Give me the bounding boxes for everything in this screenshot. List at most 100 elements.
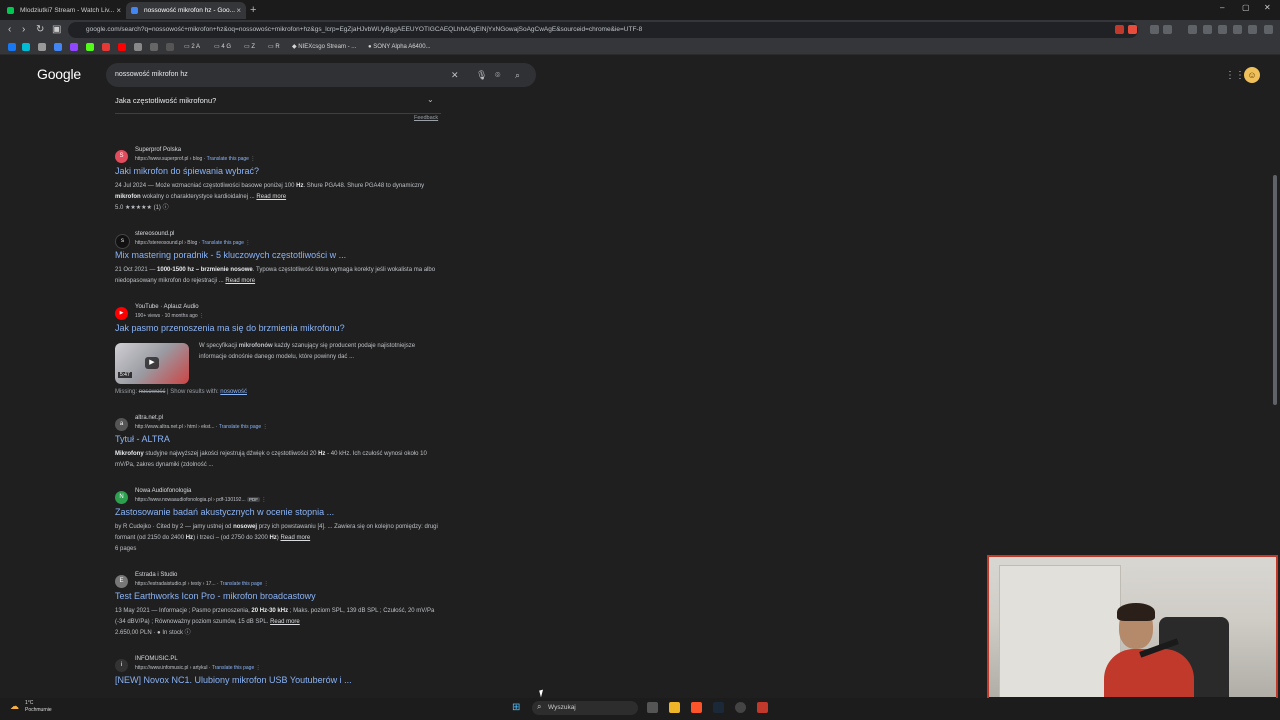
- video-thumbnail[interactable]: ▶ 5:47: [115, 343, 189, 384]
- search-box[interactable]: nossowość mikrofon hz ✕ 🎙 ⌾ ⌕: [106, 63, 536, 87]
- result-site[interactable]: Superprof Polska: [135, 147, 181, 153]
- bookmark-folder-z[interactable]: ▭ Z: [244, 42, 255, 52]
- tab-stream[interactable]: Mlodziutki7 Stream - Watch Liv... ×: [2, 2, 126, 19]
- result-url[interactable]: https://www.superprof.pl › blog · Transl…: [135, 156, 255, 162]
- translate-link[interactable]: Translate this page: [207, 156, 249, 162]
- address-bar[interactable]: google.com/search?q=nossowość+mikrofon+h…: [68, 22, 1138, 38]
- bookmark-icon[interactable]: [150, 43, 158, 51]
- bookmark-icon[interactable]: [38, 43, 46, 51]
- minimize-icon[interactable]: –: [1220, 3, 1224, 12]
- extension-icon[interactable]: [1218, 25, 1227, 34]
- extension-icon[interactable]: [1248, 25, 1257, 34]
- clear-icon[interactable]: ✕: [451, 69, 459, 81]
- file-explorer-icon[interactable]: [669, 702, 680, 713]
- result-url[interactable]: https://estradaistudio.pl › testy › 17..…: [135, 581, 269, 587]
- sidebar-icon[interactable]: [1203, 25, 1212, 34]
- chevron-down-icon[interactable]: ⌄: [427, 95, 434, 104]
- result-url[interactable]: https://stereosound.pl › Blog · Translat…: [135, 240, 250, 246]
- translate-link[interactable]: Translate this page: [202, 240, 244, 246]
- kick-icon[interactable]: [86, 43, 94, 51]
- result-title[interactable]: Mix mastering poradnik - 5 kluczowych cz…: [115, 250, 346, 260]
- site-favicon-icon: N: [115, 491, 128, 504]
- translate-link[interactable]: Translate this page: [220, 581, 262, 587]
- bookmark-icon[interactable]: [102, 43, 110, 51]
- result-url[interactable]: https://www.infomusic.pl › artykul · Tra…: [135, 665, 261, 671]
- mic-icon[interactable]: 🎙: [476, 69, 487, 81]
- task-view-icon[interactable]: [647, 702, 658, 713]
- read-more-link[interactable]: Read more: [256, 194, 286, 200]
- bookmark-icon[interactable]: [166, 43, 174, 51]
- result-url[interactable]: https://www.nowaaudiofonologia.pl › pdf-…: [135, 497, 266, 503]
- music-icon[interactable]: [1188, 25, 1197, 34]
- extension-icon[interactable]: ▣: [52, 24, 61, 36]
- reload-icon[interactable]: ↻: [36, 24, 44, 36]
- bookmark-niexcsgo[interactable]: ◆ NIEXcsgo Stream - ...: [292, 42, 356, 52]
- bookmark-icon[interactable]: [22, 43, 30, 51]
- bookmark-sony[interactable]: ● SONY Alpha A6400...: [368, 42, 431, 52]
- bookmark-folder-r[interactable]: ▭ R: [268, 42, 280, 52]
- forward-icon[interactable]: ›: [22, 24, 25, 36]
- brave-shield-icon[interactable]: [1115, 25, 1124, 34]
- feedback-link[interactable]: Feedback: [414, 115, 438, 121]
- weather-icon[interactable]: ☁: [10, 701, 19, 712]
- youtube-icon[interactable]: [118, 43, 126, 51]
- taskbar-search[interactable]: Wyszukaj: [532, 701, 638, 715]
- result-title[interactable]: Jaki mikrofon do śpiewania wybrać?: [115, 166, 259, 176]
- menu-icon[interactable]: [1264, 25, 1273, 34]
- result-site[interactable]: altra.net.pl: [135, 415, 163, 421]
- result-site[interactable]: INFOMUSIC.PL: [135, 656, 178, 662]
- obs-icon[interactable]: [735, 702, 746, 713]
- google-logo[interactable]: Google: [37, 66, 81, 82]
- result-title[interactable]: Tytuł - ALTRA: [115, 434, 170, 444]
- app-icon[interactable]: [757, 702, 768, 713]
- start-icon[interactable]: ⊞: [512, 702, 520, 713]
- read-more-link[interactable]: Read more: [270, 619, 300, 625]
- result-site[interactable]: Nowa Audiofonologia: [135, 488, 191, 494]
- twitch-icon[interactable]: [70, 43, 78, 51]
- lens-icon[interactable]: ⌾: [495, 69, 500, 81]
- site-favicon-icon: a: [115, 418, 128, 431]
- result-site[interactable]: Estrada i Studio: [135, 572, 177, 578]
- back-icon[interactable]: ‹: [8, 24, 11, 36]
- bookmark-icon[interactable]: [134, 43, 142, 51]
- result-site[interactable]: stereosound.pl: [135, 231, 174, 237]
- search-icon[interactable]: ⌕: [515, 69, 520, 81]
- close-icon[interactable]: ×: [116, 2, 121, 19]
- scrollbar[interactable]: [1273, 175, 1277, 405]
- steam-icon[interactable]: [713, 702, 724, 713]
- result-snippet: by R Cudejko · Cited by 2 — jamy ustnej …: [115, 524, 438, 552]
- extension-icon[interactable]: [1163, 25, 1172, 34]
- play-icon[interactable]: ▶: [145, 357, 159, 369]
- new-tab-icon[interactable]: +: [250, 2, 256, 19]
- result-title[interactable]: Jak pasmo przenoszenia ma się do brzmien…: [115, 323, 345, 333]
- brave-icon[interactable]: [691, 702, 702, 713]
- result-site[interactable]: YouTube · Aplauz Audio: [135, 304, 199, 310]
- video-duration: 5:47: [118, 372, 132, 378]
- result-title[interactable]: [NEW] Novox NC1. Ulubiony mikrofon USB Y…: [115, 675, 352, 685]
- close-window-icon[interactable]: ✕: [1264, 3, 1271, 12]
- show-results-link[interactable]: nosowość: [220, 389, 247, 395]
- translate-link[interactable]: Translate this page: [219, 424, 261, 430]
- extension-icon[interactable]: [1150, 25, 1159, 34]
- bookmark-folder-4g[interactable]: ▭ 4 G: [214, 42, 231, 52]
- rewards-icon[interactable]: [1128, 25, 1137, 34]
- result-title[interactable]: Zastosowanie badań akustycznych w ocenie…: [115, 507, 334, 517]
- result-meta: 190+ views · 10 months ago ⋮: [135, 313, 205, 319]
- avatar[interactable]: ☺: [1244, 67, 1260, 83]
- weather-widget[interactable]: 1°C Pochmurnie: [25, 700, 52, 714]
- read-more-link[interactable]: Read more: [225, 278, 255, 284]
- extension-icon[interactable]: [1233, 25, 1242, 34]
- result-snippet: Mikrofony studyjne najwyższej jakości re…: [115, 451, 427, 468]
- read-more-link[interactable]: Read more: [280, 535, 310, 541]
- paa-question[interactable]: Jaka częstotliwość mikrofonu?: [115, 96, 216, 105]
- bookmark-folder-2a[interactable]: ▭ 2 A: [184, 42, 200, 52]
- result-title[interactable]: Test Earthworks Icon Pro - mikrofon broa…: [115, 591, 316, 601]
- result-url[interactable]: http://www.altra.net.pl › html › ekst...…: [135, 424, 268, 430]
- close-icon[interactable]: ×: [236, 2, 241, 19]
- search-input[interactable]: nossowość mikrofon hz: [115, 63, 188, 87]
- maximize-icon[interactable]: ▢: [1242, 3, 1250, 12]
- translate-link[interactable]: Translate this page: [212, 665, 254, 671]
- facebook-icon[interactable]: [8, 43, 16, 51]
- tab-google-search[interactable]: nossowość mikrofon hz - Goo... ×: [126, 2, 246, 19]
- bookmark-icon[interactable]: [54, 43, 62, 51]
